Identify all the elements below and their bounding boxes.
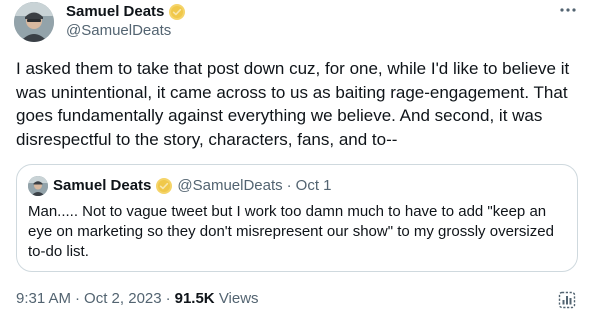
avatar-image — [28, 176, 48, 196]
quoted-text: Man..... Not to vague tweet but I work t… — [28, 203, 554, 260]
quoted-tweet[interactable]: Samuel Deats @SamuelDeats · Oct 1 Man...… — [16, 164, 578, 272]
author-avatar[interactable] — [14, 2, 54, 42]
separator: · — [165, 290, 171, 307]
author-name[interactable]: Samuel Deats — [66, 3, 186, 21]
views-label: Views — [218, 290, 259, 307]
timestamp-date[interactable]: Oct 2, 2023 — [84, 290, 162, 307]
separator: · — [75, 290, 81, 307]
quoted-author-name: Samuel Deats — [53, 177, 152, 194]
quoted-date: Oct 1 — [295, 177, 332, 194]
gold-verified-icon — [155, 177, 173, 195]
quoted-author-avatar — [28, 176, 48, 196]
author-name-text[interactable]: Samuel Deats — [66, 3, 164, 21]
gold-verified-icon[interactable] — [168, 3, 186, 21]
tweet-text: I asked them to take that post down cuz,… — [16, 59, 570, 149]
tweet-meta: 9:31 AM · Oct 2, 2023 · 91.5K Views — [16, 290, 259, 308]
timestamp-time[interactable]: 9:31 AM — [16, 290, 71, 307]
author-handle[interactable]: @SamuelDeats — [66, 22, 171, 40]
view-analytics-icon[interactable] — [556, 289, 578, 311]
more-horizontal-icon[interactable] — [556, 0, 580, 20]
quoted-header: Samuel Deats @SamuelDeats · Oct 1 — [53, 177, 332, 195]
tweet: Samuel Deats @SamuelDeats I asked them t… — [0, 0, 592, 324]
separator: · — [286, 177, 292, 194]
quoted-author-handle: @SamuelDeats — [177, 177, 283, 194]
avatar-image — [14, 2, 54, 42]
views-count: 91.5K — [174, 290, 215, 307]
